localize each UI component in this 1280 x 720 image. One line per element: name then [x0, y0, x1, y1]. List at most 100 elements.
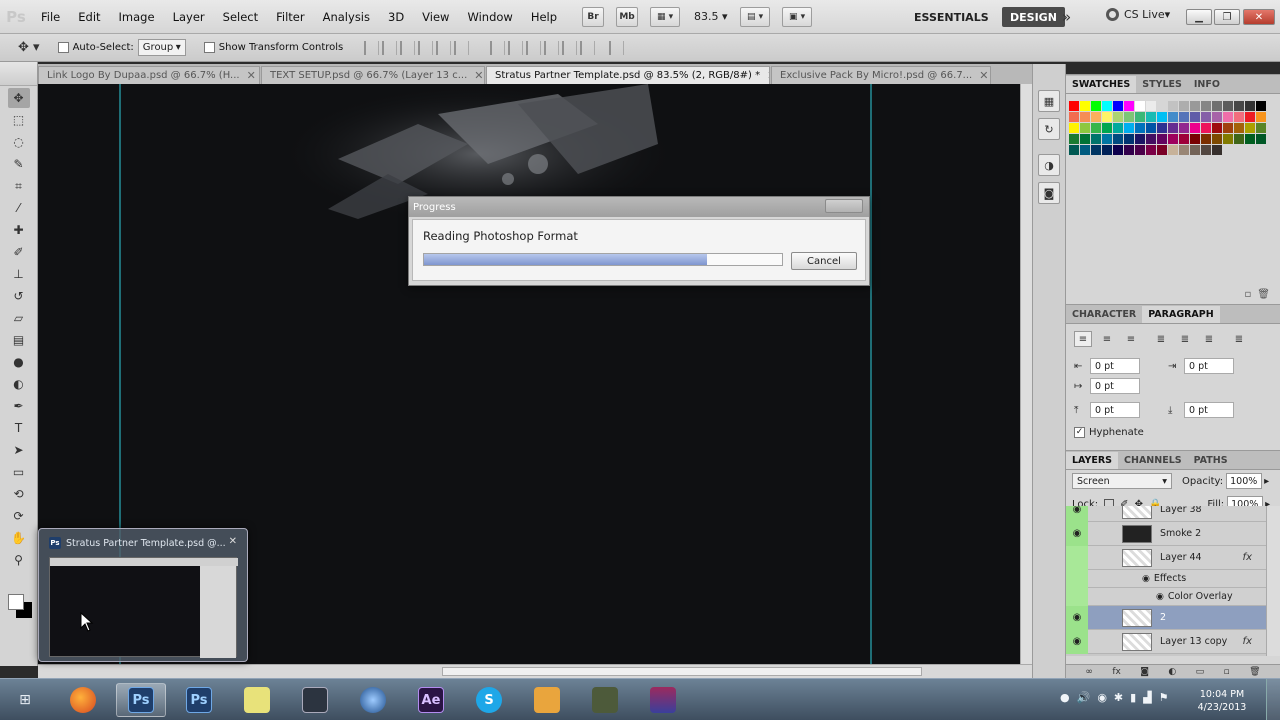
fx-icon[interactable]: fx [1243, 552, 1252, 563]
color-swatch[interactable] [1168, 101, 1178, 111]
color-swatch[interactable] [1168, 123, 1178, 133]
color-swatch[interactable] [1201, 101, 1211, 111]
bluetooth-icon[interactable]: ✱ [1114, 691, 1123, 704]
hand-tool-icon[interactable]: ✋ [8, 528, 30, 548]
layer-row[interactable]: ◉ Smoke 2 [1066, 521, 1266, 546]
menu-3d[interactable]: 3D [379, 10, 413, 24]
distribute-vcenter-icon[interactable] [508, 40, 524, 55]
tab-layers[interactable]: LAYERS [1066, 452, 1119, 469]
tab-document[interactable]: Exclusive Pack By Micro!.psd @ 66.7... ✕ [771, 66, 991, 84]
layer-effect-row[interactable]: ◉ Color Overlay [1066, 587, 1266, 606]
new-layer-icon[interactable]: ▫ [1224, 667, 1230, 677]
color-swatch[interactable] [1069, 123, 1079, 133]
dialog-close-button[interactable] [825, 199, 863, 213]
scrollbar-thumb[interactable] [442, 667, 922, 676]
justify-left-icon[interactable]: ≣ [1152, 331, 1170, 347]
menu-file[interactable]: File [32, 10, 69, 24]
color-swatch[interactable] [1157, 123, 1167, 133]
color-swatch[interactable] [1124, 112, 1134, 122]
auto-select-dropdown[interactable]: Group ▾ [137, 39, 186, 56]
color-swatch[interactable] [1135, 123, 1145, 133]
tab-channels[interactable]: CHANNELS [1118, 452, 1188, 469]
color-swatch[interactable] [1168, 134, 1178, 144]
color-swatch[interactable] [1135, 145, 1145, 155]
color-swatch[interactable] [1223, 112, 1233, 122]
align-vcenter-icon[interactable] [382, 40, 398, 55]
color-swatch[interactable] [1113, 123, 1123, 133]
eraser-tool-icon[interactable]: ▱ [8, 308, 30, 328]
cancel-button[interactable]: Cancel [791, 252, 857, 270]
color-swatch[interactable] [1069, 112, 1079, 122]
taskbar-cinema4d[interactable] [348, 683, 398, 717]
menu-analysis[interactable]: Analysis [314, 10, 379, 24]
color-swatch[interactable] [1179, 134, 1189, 144]
color-swatch[interactable] [1157, 134, 1167, 144]
align-center-text-icon[interactable]: ≡ [1098, 331, 1116, 347]
vertical-scrollbar[interactable] [1020, 84, 1032, 664]
color-swatch[interactable] [1124, 134, 1134, 144]
color-swatch[interactable] [1234, 112, 1244, 122]
color-swatch[interactable] [1179, 101, 1189, 111]
auto-align-icon[interactable] [609, 40, 625, 55]
adjustments-panel-icon[interactable]: ◑ [1038, 154, 1060, 176]
color-swatch[interactable] [1212, 112, 1222, 122]
eye-icon[interactable]: ◉ [1066, 629, 1088, 654]
color-swatch[interactable] [1212, 123, 1222, 133]
auto-select-toggle[interactable]: Auto-Select: [57, 42, 134, 53]
link-layers-icon[interactable]: ∞ [1085, 667, 1093, 677]
distribute-right-icon[interactable] [580, 40, 596, 55]
color-swatch[interactable] [1256, 101, 1266, 111]
layer-row[interactable]: ◉ Layer 38 [1066, 506, 1266, 522]
adjustment-layer-icon[interactable]: ◐ [1168, 667, 1176, 677]
color-swatch[interactable] [1190, 123, 1200, 133]
gradient-tool-icon[interactable]: ▤ [8, 330, 30, 350]
color-swatch[interactable] [1245, 112, 1255, 122]
brush-tool-icon[interactable]: ✐ [8, 242, 30, 262]
taskbar-screen[interactable] [290, 683, 340, 717]
layers-scrollbar[interactable] [1266, 506, 1280, 656]
blend-mode-dropdown[interactable]: Screen ▾ [1072, 473, 1172, 489]
color-swatch[interactable] [1091, 112, 1101, 122]
color-swatch[interactable] [1201, 134, 1211, 144]
eye-icon[interactable]: ◉ [1066, 521, 1088, 546]
eye-icon[interactable]: ◉ [1142, 574, 1150, 584]
crop-tool-icon[interactable]: ⌗ [8, 176, 30, 196]
color-swatch[interactable] [1234, 101, 1244, 111]
close-icon[interactable]: ✕ [979, 69, 988, 82]
taskbar-media[interactable] [580, 683, 630, 717]
eye-icon-hidden[interactable] [1066, 569, 1088, 588]
color-swatch[interactable] [1234, 134, 1244, 144]
align-right-icon[interactable] [454, 40, 470, 55]
color-swatch[interactable] [1135, 112, 1145, 122]
justify-right-icon[interactable]: ≣ [1200, 331, 1218, 347]
tab-document[interactable]: TEXT SETUP.psd @ 66.7% (Layer 13 c... ✕ [261, 66, 485, 84]
menu-view[interactable]: View [413, 10, 458, 24]
color-swatch[interactable] [1256, 134, 1266, 144]
tab-paragraph[interactable]: PARAGRAPH [1142, 306, 1220, 323]
color-swatch[interactable] [1190, 112, 1200, 122]
lasso-tool-icon[interactable]: ◌ [8, 132, 30, 152]
tab-styles[interactable]: STYLES [1136, 76, 1188, 93]
indent-left-field[interactable]: 0 pt [1090, 358, 1140, 374]
opacity-slider-icon[interactable]: ▸ [1264, 476, 1269, 487]
taskbar-notes[interactable] [232, 683, 282, 717]
color-swatch[interactable] [1157, 145, 1167, 155]
zoom-tool-icon[interactable]: ⚲ [8, 550, 30, 570]
close-button[interactable]: ✕ [1243, 9, 1275, 25]
history-panel-icon[interactable]: ↻ [1038, 118, 1060, 140]
color-swatch[interactable] [1135, 101, 1145, 111]
history-brush-tool-icon[interactable]: ↺ [8, 286, 30, 306]
color-swatch[interactable] [1124, 123, 1134, 133]
tab-info[interactable]: INFO [1188, 76, 1226, 93]
view-extras-button[interactable]: ▦ ▾ [650, 6, 681, 27]
color-swatch[interactable] [1245, 134, 1255, 144]
color-swatch[interactable] [1091, 145, 1101, 155]
eye-icon[interactable]: ◉ [1066, 506, 1088, 522]
color-swatch[interactable] [1080, 123, 1090, 133]
dodge-tool-icon[interactable]: ◐ [8, 374, 30, 394]
3d-orbit-tool-icon[interactable]: ⟳ [8, 506, 30, 526]
taskbar-winrar[interactable] [638, 683, 688, 717]
eye-icon-hidden[interactable] [1066, 545, 1088, 570]
minimize-button[interactable]: ▁ [1186, 9, 1212, 25]
color-swatch[interactable] [1223, 134, 1233, 144]
